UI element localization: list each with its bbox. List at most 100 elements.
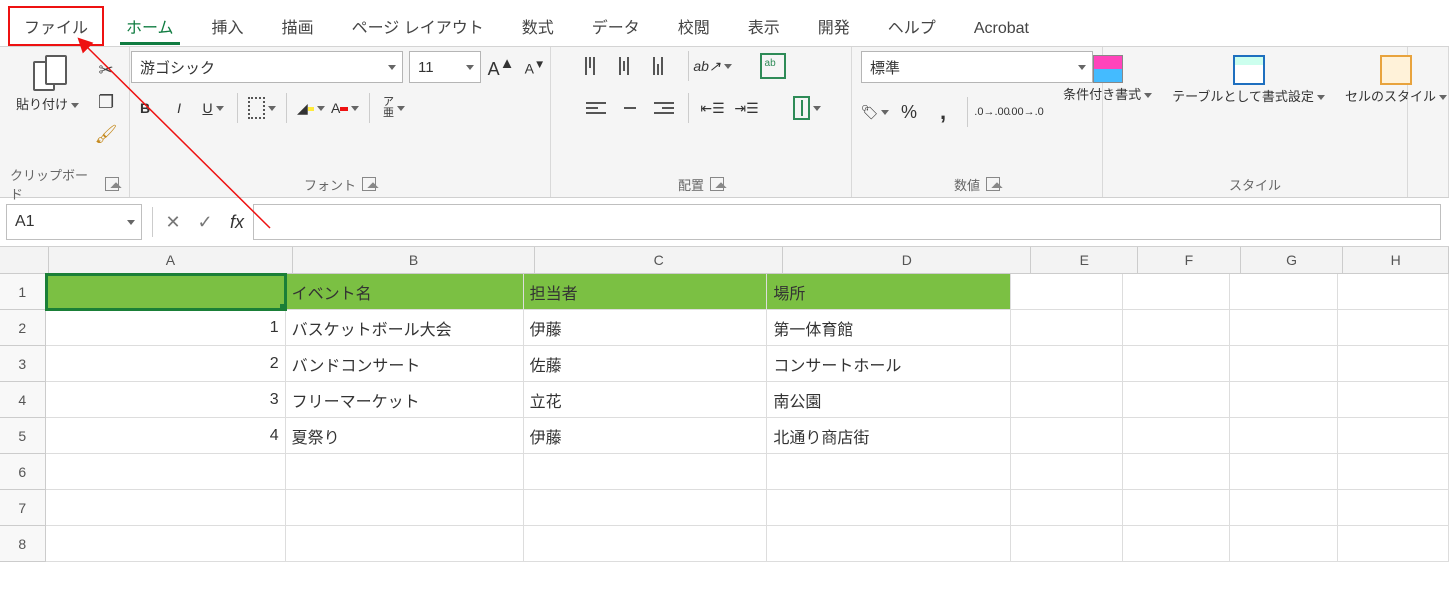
cell-A8[interactable] — [46, 526, 286, 562]
fill-color-button[interactable]: ◢ — [297, 94, 325, 122]
cell-B2[interactable]: バスケットボール大会 — [286, 310, 524, 346]
cell-C8[interactable] — [524, 526, 768, 562]
cell-B1[interactable]: イベント名 — [286, 274, 524, 310]
row-header-8[interactable]: 8 — [0, 526, 46, 562]
vertical-bottom-button[interactable] — [650, 52, 678, 80]
cell-D3[interactable]: コンサートホール — [767, 346, 1011, 382]
cell-G3[interactable] — [1230, 346, 1338, 382]
enter-formula-button[interactable]: ✓ — [189, 206, 221, 238]
formula-input[interactable] — [253, 204, 1441, 240]
vertical-top-button[interactable] — [582, 52, 610, 80]
cell-C1[interactable]: 担当者 — [524, 274, 768, 310]
cell-B8[interactable] — [286, 526, 524, 562]
comma-button[interactable]: , — [929, 98, 957, 126]
wrap-text-button[interactable] — [759, 52, 787, 80]
row-header-6[interactable]: 6 — [0, 454, 46, 490]
name-box[interactable]: A1 — [6, 204, 142, 240]
cell-G8[interactable] — [1230, 526, 1338, 562]
merge-center-button[interactable] — [793, 94, 821, 122]
cell-C6[interactable] — [524, 454, 768, 490]
cell-G5[interactable] — [1230, 418, 1338, 454]
row-header-3[interactable]: 3 — [0, 346, 46, 382]
cell-F2[interactable] — [1123, 310, 1231, 346]
cell-H3[interactable] — [1338, 346, 1449, 382]
font-color-button[interactable]: A — [331, 94, 359, 122]
menu-data[interactable]: データ — [576, 6, 656, 46]
cell-D5[interactable]: 北通り商店街 — [767, 418, 1011, 454]
border-button[interactable] — [248, 94, 276, 122]
cell-E4[interactable] — [1011, 382, 1123, 418]
cell-E7[interactable] — [1011, 490, 1123, 526]
phonetic-button[interactable]: ア亜 — [380, 94, 408, 122]
col-header-B[interactable]: B — [293, 247, 535, 273]
row-header-1[interactable]: 1 — [0, 274, 46, 310]
menu-help[interactable]: ヘルプ — [872, 6, 952, 46]
accounting-button[interactable]: 🏷 — [861, 98, 889, 126]
align-center-button[interactable] — [616, 94, 644, 122]
cell-F8[interactable] — [1123, 526, 1231, 562]
cell-E2[interactable] — [1011, 310, 1123, 346]
increase-decimal-button[interactable]: .0→.00 — [978, 98, 1006, 126]
clipboard-launcher[interactable] — [105, 177, 119, 191]
cell-F4[interactable] — [1123, 382, 1231, 418]
col-header-D[interactable]: D — [783, 247, 1031, 273]
select-all-corner[interactable] — [0, 247, 49, 273]
italic-button[interactable]: I — [165, 94, 193, 122]
cell-E8[interactable] — [1011, 526, 1123, 562]
cell-G6[interactable] — [1230, 454, 1338, 490]
cell-C4[interactable]: 立花 — [524, 382, 768, 418]
col-header-A[interactable]: A — [49, 247, 293, 273]
row-header-4[interactable]: 4 — [0, 382, 46, 418]
cell-H4[interactable] — [1338, 382, 1449, 418]
cell-C3[interactable]: 佐藤 — [524, 346, 768, 382]
number-format-combo[interactable]: 標準 — [861, 51, 1093, 83]
cell-G7[interactable] — [1230, 490, 1338, 526]
cell-C2[interactable]: 伊藤 — [524, 310, 768, 346]
align-right-button[interactable] — [650, 94, 678, 122]
font-size-combo[interactable]: 11 — [409, 51, 481, 83]
cut-button[interactable]: ✂ — [93, 57, 119, 83]
row-header-7[interactable]: 7 — [0, 490, 46, 526]
cell-F3[interactable] — [1123, 346, 1231, 382]
font-name-combo[interactable]: 游ゴシック — [131, 51, 403, 83]
cell-B4[interactable]: フリーマーケット — [286, 382, 524, 418]
cell-A5[interactable]: 4 — [46, 418, 286, 454]
cell-A1[interactable] — [46, 274, 286, 310]
cell-E5[interactable] — [1011, 418, 1123, 454]
cell-A7[interactable] — [46, 490, 286, 526]
menu-draw[interactable]: 描画 — [266, 6, 330, 46]
increase-indent-button[interactable]: ⇥☰ — [733, 94, 761, 122]
insert-function-button[interactable]: fx — [221, 206, 253, 238]
col-header-G[interactable]: G — [1241, 247, 1344, 273]
cell-F7[interactable] — [1123, 490, 1231, 526]
cell-H7[interactable] — [1338, 490, 1449, 526]
cell-A4[interactable]: 3 — [46, 382, 286, 418]
menu-file[interactable]: ファイル — [8, 6, 104, 46]
menu-home[interactable]: ホーム — [110, 6, 190, 46]
cell-G1[interactable] — [1230, 274, 1338, 310]
cell-E6[interactable] — [1011, 454, 1123, 490]
cell-H5[interactable] — [1338, 418, 1449, 454]
cell-A6[interactable] — [46, 454, 286, 490]
cell-D1[interactable]: 場所 — [767, 274, 1011, 310]
cell-H1[interactable] — [1338, 274, 1449, 310]
percent-button[interactable]: % — [895, 98, 923, 126]
cell-D2[interactable]: 第一体育館 — [767, 310, 1011, 346]
format-as-table-button[interactable]: テーブルとして書式設定 — [1166, 51, 1331, 109]
menu-view[interactable]: 表示 — [732, 6, 796, 46]
cell-D4[interactable]: 南公園 — [767, 382, 1011, 418]
decrease-indent-button[interactable]: ⇤☰ — [699, 94, 727, 122]
orientation-button[interactable]: ab↗ — [699, 52, 727, 80]
cell-A3[interactable]: 2 — [46, 346, 286, 382]
menu-insert[interactable]: 挿入 — [196, 6, 260, 46]
cell-D7[interactable] — [767, 490, 1011, 526]
cell-B6[interactable] — [286, 454, 524, 490]
decrease-font-button[interactable]: A▼ — [521, 53, 549, 81]
font-launcher[interactable] — [362, 177, 376, 191]
increase-font-button[interactable]: A▲ — [487, 53, 515, 81]
cell-E3[interactable] — [1011, 346, 1123, 382]
cell-H2[interactable] — [1338, 310, 1449, 346]
col-header-E[interactable]: E — [1031, 247, 1138, 273]
cell-B7[interactable] — [286, 490, 524, 526]
cell-A2[interactable]: 1 — [46, 310, 286, 346]
